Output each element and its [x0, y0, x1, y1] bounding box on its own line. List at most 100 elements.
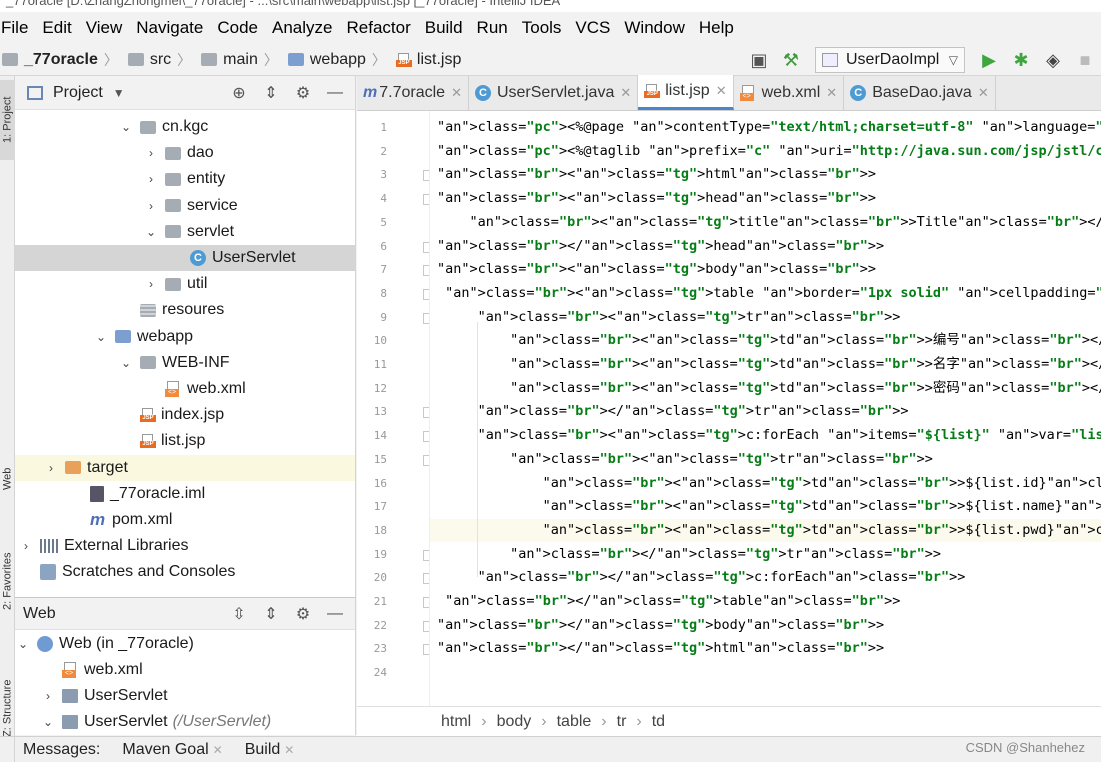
breadcrumb-td[interactable]: td — [652, 713, 665, 731]
menu-refactor[interactable]: Refactor — [339, 18, 417, 38]
tool-tab-web[interactable]: Web — [0, 456, 15, 502]
close-icon[interactable]: ✕ — [826, 85, 837, 101]
close-icon[interactable]: ✕ — [451, 85, 462, 101]
chevron-down-icon[interactable]: ⌄ — [40, 715, 56, 729]
tool-tab-favorites[interactable]: 2: Favorites — [0, 536, 15, 626]
editor-tab[interactable]: <> web.xml ✕ — [734, 75, 845, 110]
code-line[interactable]: "an">class="br"><"an">class="tg">title"a… — [430, 211, 1101, 234]
menu-window[interactable]: Window — [617, 18, 691, 38]
code-line[interactable]: "an">class="br"><"an">class="tg">td"an">… — [430, 353, 1101, 376]
code-line[interactable]: "an">class="br"><"an">class="tg">td"an">… — [430, 495, 1101, 518]
gear-icon[interactable]: ⚙ — [287, 604, 319, 624]
nav-crumb-file[interactable]: JSP list.jsp — [395, 51, 461, 69]
breadcrumb-html[interactable]: html — [441, 713, 471, 731]
menu-run[interactable]: Run — [470, 18, 515, 38]
minimize-icon[interactable]: — — [319, 84, 351, 102]
web-tree-item[interactable]: › UserServlet — [15, 683, 355, 709]
chevron-down-icon[interactable]: ⌄ — [118, 120, 134, 134]
run-configuration-select[interactable]: UserDaoImpl ▽ — [815, 47, 965, 73]
project-tree-item[interactable]: C UserServlet — [15, 245, 355, 271]
project-tree-item[interactable]: JSP index.jsp — [15, 402, 355, 428]
project-tree-item[interactable]: ⌄ WEB-INF — [15, 350, 355, 376]
close-icon[interactable]: ✕ — [978, 85, 989, 101]
collapse-all-icon[interactable]: ⇕ — [255, 604, 287, 624]
chevron-down-icon[interactable]: ⌄ — [118, 356, 134, 370]
project-tree-item[interactable]: › External Libraries — [15, 533, 355, 559]
editor-tab[interactable]: JSP list.jsp ✕ — [638, 75, 734, 110]
gear-icon[interactable]: ⚙ — [287, 83, 319, 103]
project-tree-item[interactable]: m pom.xml — [15, 507, 355, 533]
project-tree-item[interactable]: › util — [15, 271, 355, 297]
close-icon[interactable]: ✕ — [716, 83, 727, 99]
code-line[interactable]: "an">class="br"></"an">class="tg">html"a… — [430, 637, 1101, 660]
chevron-down-icon[interactable]: ⌄ — [143, 225, 159, 239]
project-tree-item[interactable]: › entity — [15, 166, 355, 192]
nav-crumb-webapp[interactable]: webapp 〉 — [287, 50, 392, 70]
chevron-right-icon[interactable]: › — [143, 277, 159, 291]
project-tree-item[interactable]: › target — [15, 454, 355, 481]
nav-crumb-project[interactable]: _77oracle 〉 — [2, 50, 124, 70]
nav-crumb-src[interactable]: src 〉 — [127, 50, 197, 70]
breadcrumb-table[interactable]: table — [557, 713, 592, 731]
code-line[interactable]: "an">class="br"></"an">class="tg">tr"an"… — [430, 543, 1101, 566]
project-tree-item[interactable]: <> web.xml — [15, 376, 355, 402]
breadcrumb-tr[interactable]: tr — [617, 713, 627, 731]
code-line[interactable]: "an">class="br"><"an">class="tg">table "… — [430, 282, 1101, 305]
chevron-down-icon[interactable]: ▼ — [113, 86, 125, 100]
chevron-down-icon[interactable]: ⌄ — [93, 330, 109, 344]
web-tree-item[interactable]: ⌄ Web (in _77oracle) — [15, 631, 355, 657]
menu-vcs[interactable]: VCS — [568, 18, 617, 38]
code-line[interactable]: "an">class="br"></"an">class="tg">table"… — [430, 590, 1101, 613]
project-tree-item[interactable]: ⌄ servlet — [15, 219, 355, 245]
expand-all-icon[interactable]: ⇳ — [223, 604, 255, 624]
nav-crumb-main[interactable]: main 〉 — [201, 50, 284, 70]
bottom-tab-maven-goal[interactable]: Maven Goal ✕ — [122, 741, 222, 759]
code-line[interactable]: "an">class="br"></"an">class="tg">c:forE… — [430, 566, 1101, 589]
web-tree-item[interactable]: ⌄ UserServlet (/UserServlet) — [15, 709, 355, 735]
bottom-tab-messages[interactable]: Messages: — [23, 741, 100, 759]
menu-navigate[interactable]: Navigate — [129, 18, 210, 38]
chevron-right-icon[interactable]: › — [18, 539, 34, 553]
code-line[interactable]: "an">class="pc"><%@page "an">contentType… — [430, 116, 1101, 139]
stop-icon[interactable]: ■ — [1073, 48, 1097, 72]
menu-help[interactable]: Help — [692, 18, 741, 38]
code-line[interactable]: "an">class="br"></"an">class="tg">tr"an"… — [430, 400, 1101, 423]
code-line[interactable]: "an">class="br"></"an">class="tg">head"a… — [430, 235, 1101, 258]
chevron-right-icon[interactable]: › — [143, 172, 159, 186]
editor-tab[interactable]: m 7.7oracle ✕ — [357, 75, 469, 110]
code-line[interactable]: "an">class="br"></"an">class="tg">body"a… — [430, 614, 1101, 637]
menu-code[interactable]: Code — [210, 18, 265, 38]
project-panel-title[interactable]: Project — [53, 84, 103, 102]
editor-tab[interactable]: C UserServlet.java ✕ — [469, 75, 639, 110]
menu-tools[interactable]: Tools — [515, 18, 569, 38]
terminal-icon[interactable]: ▣ — [747, 48, 771, 72]
close-icon[interactable]: ✕ — [284, 743, 294, 757]
code-line[interactable]: "an">class="br"><"an">class="tg">td"an">… — [430, 377, 1101, 400]
bottom-tab-build[interactable]: Build ✕ — [245, 741, 295, 759]
locate-icon[interactable]: ⊕ — [223, 83, 255, 103]
minimize-icon[interactable]: — — [319, 605, 351, 623]
web-tree-item[interactable]: <> web.xml — [15, 657, 355, 683]
chevron-right-icon[interactable]: › — [143, 199, 159, 213]
editor-tab[interactable]: C BaseDao.java ✕ — [844, 75, 996, 110]
code-line[interactable]: "an">class="pc"><%@taglib "an">prefix="c… — [430, 140, 1101, 163]
chevron-right-icon[interactable]: › — [143, 146, 159, 160]
chevron-right-icon[interactable]: › — [43, 461, 59, 475]
code-line[interactable]: "an">class="br"><"an">class="tg">td"an">… — [430, 329, 1101, 352]
code-line[interactable] — [430, 661, 1101, 684]
project-tree-item[interactable]: JSP list.jsp — [15, 428, 355, 454]
project-tree-item[interactable]: Scratches and Consoles — [15, 559, 355, 585]
chevron-right-icon[interactable]: › — [40, 689, 56, 703]
project-tree-item[interactable]: ⌄ webapp — [15, 324, 355, 350]
chevron-down-icon[interactable]: ⌄ — [15, 637, 31, 651]
menu-file[interactable]: File — [0, 18, 35, 38]
menu-build[interactable]: Build — [418, 18, 470, 38]
code-line[interactable]: "an">class="br"><"an">class="tg">td"an">… — [430, 518, 1101, 542]
build-hammer-icon[interactable]: ⚒ — [779, 48, 803, 72]
code-line[interactable]: "an">class="br"><"an">class="tg">c:forEa… — [430, 424, 1101, 447]
coverage-icon[interactable]: ◈ — [1041, 48, 1065, 72]
menu-edit[interactable]: Edit — [35, 18, 78, 38]
collapse-all-icon[interactable]: ⇕ — [255, 83, 287, 103]
project-tree-item[interactable]: › dao — [15, 140, 355, 166]
code-line[interactable]: "an">class="br"><"an">class="tg">tr"an">… — [430, 306, 1101, 329]
